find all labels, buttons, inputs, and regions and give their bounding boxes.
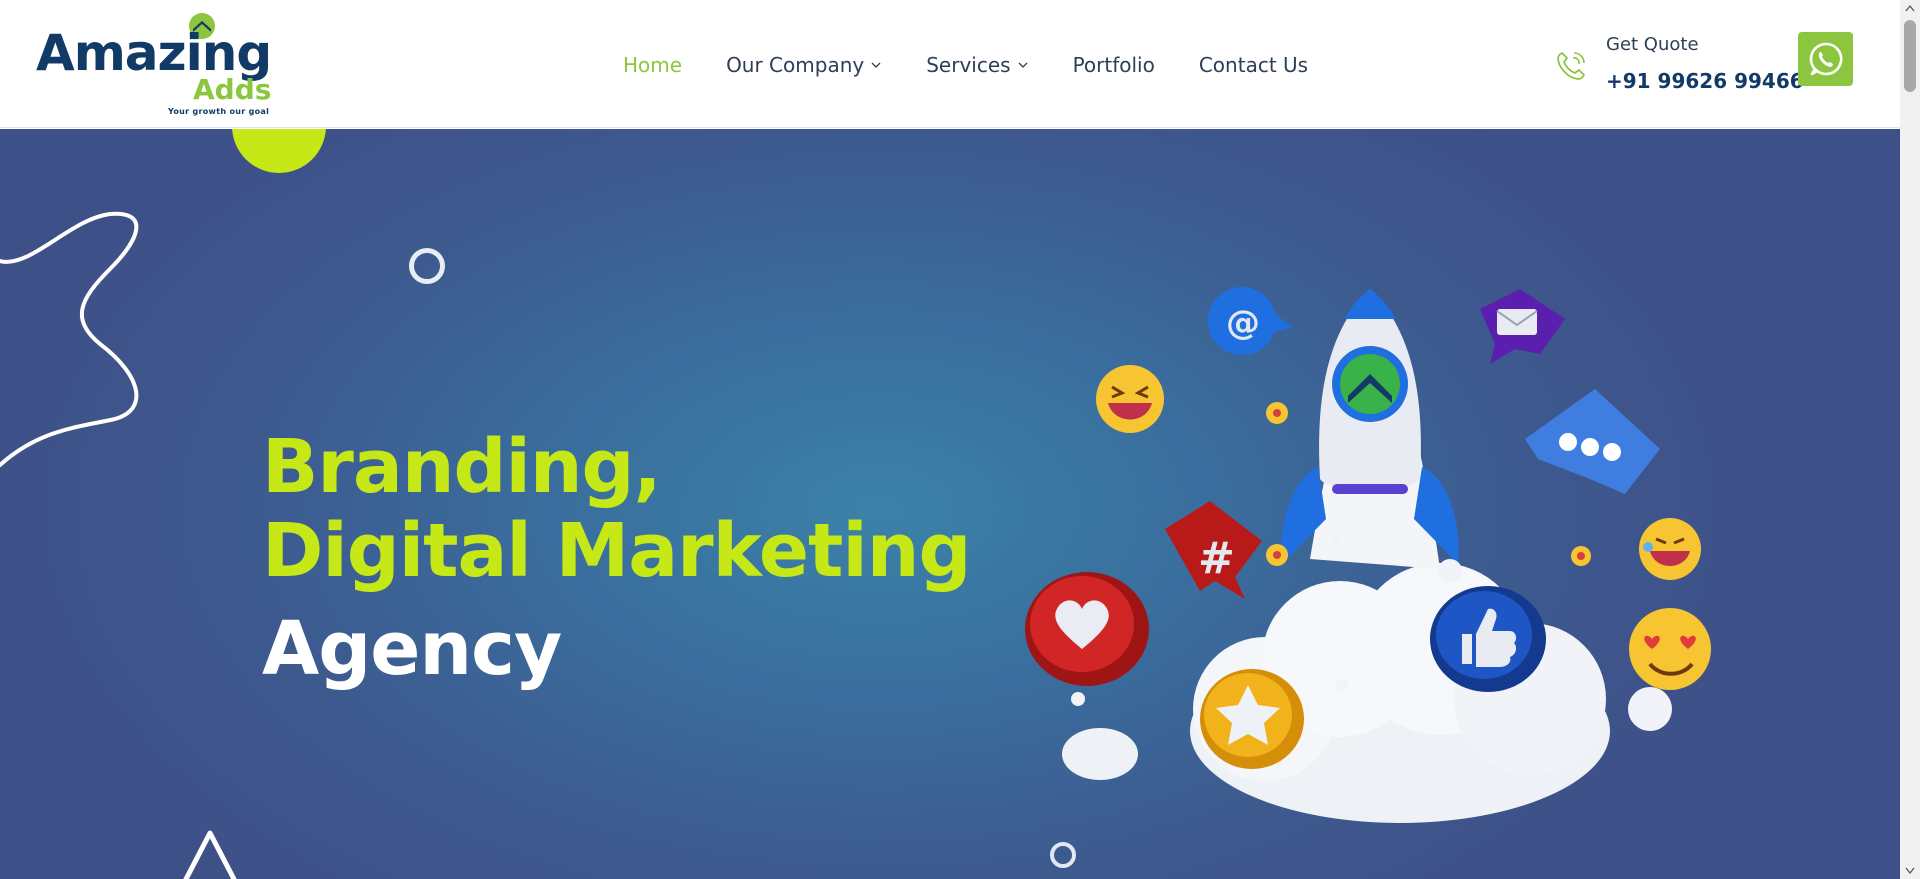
heart-reaction-icon: [1025, 572, 1149, 686]
scrollbar-thumb[interactable]: [1904, 20, 1916, 92]
heart-eyes-emoji-icon: [1629, 608, 1711, 690]
phone-number[interactable]: +91 99626 99466: [1606, 69, 1804, 93]
at-sign-bubble-icon: @: [1208, 287, 1293, 355]
nav-item-label: Services: [926, 53, 1011, 77]
laughing-emoji-icon: [1096, 365, 1164, 433]
svg-text:#: #: [1198, 533, 1235, 584]
nav-item-label: Portfolio: [1072, 53, 1155, 77]
hashtag-bubble-icon: #: [1165, 501, 1262, 599]
chat-bubble-icon: [1525, 389, 1660, 494]
nav-item-our-company[interactable]: Our Company: [726, 53, 882, 77]
logo-word-amazing: Amazing: [36, 24, 272, 82]
whatsapp-icon: [1809, 42, 1842, 76]
hero-headline-line-1: Branding,: [262, 424, 662, 510]
logo-word-adds: Adds: [193, 73, 272, 106]
chevron-down-icon: [1018, 62, 1028, 68]
crying-laughing-emoji-icon: [1639, 518, 1701, 580]
nav-item-services[interactable]: Services: [926, 53, 1028, 77]
nav-item-portfolio[interactable]: Portfolio: [1073, 53, 1155, 77]
main-nav: Home Our Company Services Portfolio Cont…: [623, 52, 1352, 78]
nav-item-contact-us[interactable]: Contact Us: [1199, 53, 1308, 77]
nav-item-home[interactable]: Home: [623, 53, 682, 77]
logo-tagline: Your growth our goal: [168, 107, 270, 116]
brand-logo[interactable]: Amazing Adds Your growth our goal: [36, 10, 286, 118]
decorative-squiggle: [0, 211, 139, 467]
whatsapp-button[interactable]: [1798, 32, 1853, 86]
rocket-social-illustration: # @: [1025, 287, 1711, 823]
decorative-triangle: [183, 830, 237, 879]
phone-icon: [1557, 52, 1585, 80]
nav-item-label: Contact Us: [1198, 53, 1309, 77]
nav-item-label: Our Company: [726, 53, 865, 77]
star-icon: [1200, 669, 1304, 769]
nav-item-label: Home: [623, 53, 683, 77]
site-header: Amazing Adds Your growth our goal Home O…: [0, 0, 1900, 128]
page-scrollbar[interactable]: [1900, 0, 1920, 879]
scroll-up-arrow-icon[interactable]: [1905, 4, 1915, 12]
svg-text:@: @: [1226, 303, 1260, 343]
chevron-down-icon: [871, 62, 881, 68]
decorative-ring: [1050, 842, 1076, 868]
get-quote-label: Get Quote: [1606, 34, 1699, 55]
thumbs-up-icon: [1430, 586, 1546, 692]
scroll-down-arrow-icon[interactable]: [1905, 867, 1915, 875]
hero-headline-line-3: Agency: [262, 606, 562, 692]
hero-headline-line-2: Digital Marketing: [262, 508, 971, 594]
decorative-lime-circle: [232, 129, 326, 173]
email-bubble-icon: [1480, 289, 1565, 364]
hero-headline: Branding, Digital Marketing Agency: [262, 424, 971, 692]
hero-banner: Branding, Digital Marketing Agency # @: [0, 129, 1900, 879]
decorative-ring: [409, 248, 445, 284]
